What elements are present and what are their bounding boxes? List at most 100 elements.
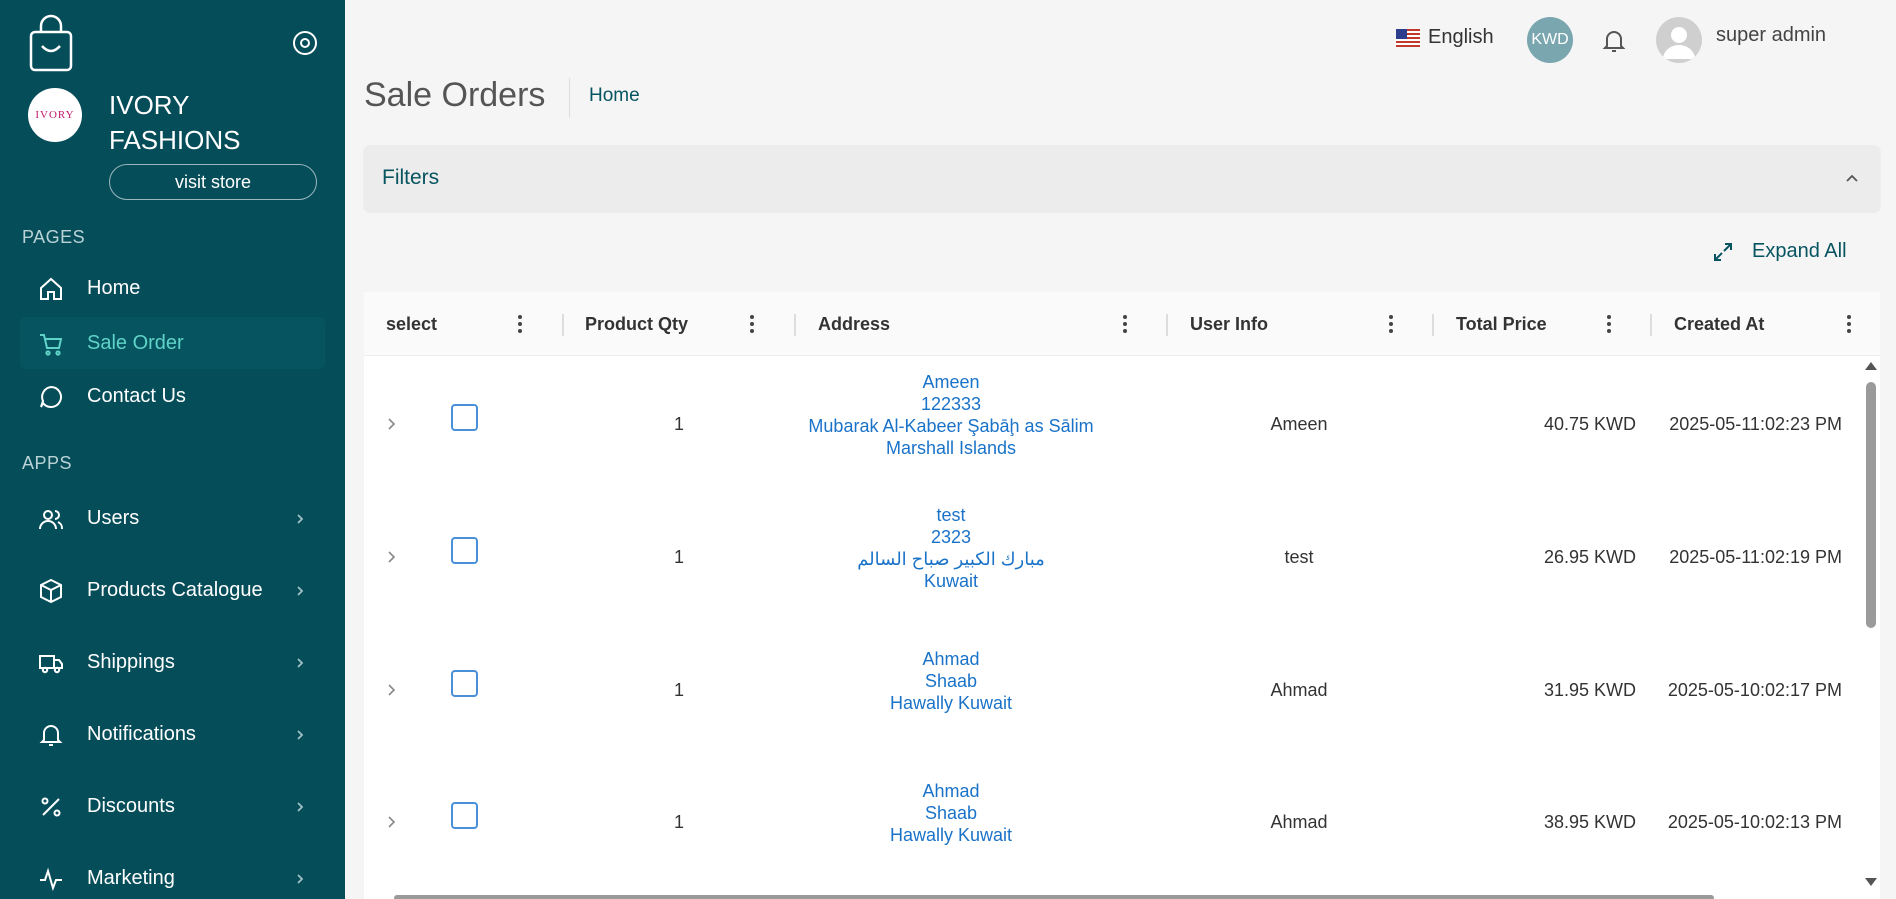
chevron-right-icon — [297, 658, 304, 668]
address-line: Mubarak Al-Kabeer Şabāḩ as Sālim — [808, 416, 1094, 436]
sidebar-item-label: Products Catalogue — [87, 578, 263, 601]
user-info-cell: test — [1284, 547, 1314, 567]
sidebar-item-notifications[interactable]: Notifications — [20, 708, 325, 760]
chevron-right-icon — [297, 586, 304, 596]
row-select-checkbox[interactable] — [451, 802, 478, 829]
users-icon — [39, 510, 63, 530]
column-header-user-info[interactable]: User Info — [1190, 292, 1268, 356]
address-cell[interactable]: Ahmad Shaab Hawally Kuwait — [794, 780, 1108, 846]
expand-row-chevron-icon[interactable] — [386, 550, 398, 564]
box-icon — [40, 578, 62, 604]
address-cell[interactable]: test 2323 مبارك الكبير صباح السالم Kuwai… — [794, 504, 1108, 592]
expand-row-chevron-icon[interactable] — [386, 417, 398, 431]
scroll-up-arrow-icon[interactable] — [1865, 362, 1877, 370]
scroll-down-arrow-icon[interactable] — [1865, 878, 1877, 886]
breadcrumb[interactable]: Home — [589, 85, 640, 107]
column-menu-icon[interactable] — [1606, 314, 1612, 334]
sidebar-item-home[interactable]: Home — [20, 262, 325, 314]
product-qty-cell: 1 — [673, 812, 684, 832]
column-menu-icon[interactable] — [517, 314, 523, 334]
cart-icon — [40, 334, 63, 356]
row-select-checkbox[interactable] — [451, 670, 478, 697]
sidebar-item-marketing[interactable]: Marketing — [20, 852, 325, 899]
product-qty-cell: 1 — [673, 547, 684, 567]
column-header-address[interactable]: Address — [818, 292, 890, 356]
address-line: Ahmad — [922, 649, 980, 669]
sidebar-item-products-catalogue[interactable]: Products Catalogue — [20, 564, 325, 616]
shopping-bag-logo-icon[interactable] — [28, 14, 74, 72]
total-price-cell: 40.75 KWD — [1543, 414, 1636, 434]
address-cell[interactable]: Ameen 122333 Mubarak Al-Kabeer Şabāḩ as … — [794, 371, 1108, 459]
user-info-cell: Ameen — [1270, 414, 1328, 434]
address-line: Hawally Kuwait — [889, 693, 1013, 713]
total-price-cell: 26.95 KWD — [1543, 547, 1636, 567]
column-separator[interactable] — [562, 314, 564, 336]
column-header-created-at[interactable]: Created At — [1674, 292, 1764, 356]
column-header-total-price[interactable]: Total Price — [1456, 292, 1547, 356]
chevron-right-icon — [297, 874, 304, 884]
sidebar-item-label: Home — [87, 276, 141, 299]
column-menu-icon[interactable] — [1388, 314, 1394, 334]
sidebar-item-sale-order[interactable]: Sale Order — [20, 317, 325, 369]
column-menu-icon[interactable] — [1122, 314, 1128, 334]
page-title: Sale Orders — [364, 76, 546, 114]
visit-store-button[interactable]: visit store — [109, 164, 317, 200]
table-row[interactable]: 1 Ameen 122333 Mubarak Al-Kabeer Şabāḩ a… — [364, 356, 1860, 489]
sidebar-item-label: Discounts — [87, 794, 175, 817]
language-selector[interactable]: English — [1396, 26, 1494, 49]
address-line: test — [936, 505, 966, 525]
grid-header: select Product Qty Address User Info Tot… — [364, 292, 1880, 356]
column-header-product-qty[interactable]: Product Qty — [585, 292, 688, 356]
brand-name: IVORY FASHIONS — [109, 90, 241, 155]
created-at-cell: 2025-05-11:02:23 PM — [1669, 414, 1842, 434]
avatar[interactable] — [1656, 17, 1702, 63]
horizontal-scroll-thumb[interactable] — [394, 895, 1714, 899]
expand-all-button[interactable]: Expand All — [1712, 240, 1847, 263]
sidebar-item-label: Contact Us — [87, 384, 186, 407]
sidebar-item-contact-us[interactable]: Contact Us — [20, 370, 325, 422]
table-row[interactable]: 1 Ahmad Shaab Hawally Kuwait Ahmad 31.95… — [364, 622, 1860, 755]
expand-row-chevron-icon[interactable] — [386, 815, 398, 829]
column-separator[interactable] — [794, 314, 796, 336]
user-avatar-icon — [1663, 27, 1695, 59]
chevron-right-icon — [297, 730, 304, 740]
sidebar-item-discounts[interactable]: Discounts — [20, 780, 325, 832]
filters-panel[interactable]: Filters — [364, 145, 1880, 211]
us-flag-icon — [1396, 28, 1420, 47]
sidebar-item-shippings[interactable]: Shippings — [20, 636, 325, 688]
sidebar-item-label: Sale Order — [87, 331, 184, 354]
row-select-checkbox[interactable] — [451, 537, 478, 564]
sidebar-item-label: Marketing — [87, 866, 175, 889]
sidebar-item-users[interactable]: Users — [20, 492, 325, 544]
currency-badge[interactable]: KWD — [1527, 17, 1573, 63]
column-separator[interactable] — [1650, 314, 1652, 336]
chevron-up-icon[interactable] — [1844, 170, 1860, 186]
table-row[interactable]: 1 Ahmad Shaab Hawally Kuwait Ahmad 38.95… — [364, 754, 1860, 887]
sidebar: IVORY IVORY FASHIONS visit store PAGES H… — [0, 0, 345, 899]
home-icon — [40, 277, 62, 300]
chevron-right-icon — [297, 802, 304, 812]
brand-logo: IVORY — [28, 88, 82, 142]
expand-row-chevron-icon[interactable] — [386, 683, 398, 697]
column-header-select[interactable]: select — [386, 292, 437, 356]
address-line: Hawally Kuwait — [889, 825, 1013, 845]
percent-icon — [41, 797, 61, 817]
product-qty-cell: 1 — [673, 680, 684, 700]
notifications-bell-icon[interactable] — [1600, 27, 1628, 55]
table-row[interactable]: 1 test 2323 مبارك الكبير صباح السالم Kuw… — [364, 489, 1860, 622]
expand-all-label: Expand All — [1752, 240, 1847, 262]
column-separator[interactable] — [1166, 314, 1168, 336]
column-separator[interactable] — [1432, 314, 1434, 336]
vertical-scroll-thumb[interactable] — [1866, 382, 1876, 628]
column-menu-icon[interactable] — [1846, 314, 1852, 334]
collapse-sidebar-icon[interactable] — [292, 30, 318, 56]
address-cell[interactable]: Ahmad Shaab Hawally Kuwait — [794, 648, 1108, 714]
address-line: Ameen — [922, 372, 980, 392]
address-line: Kuwait — [923, 571, 979, 591]
language-label: English — [1428, 26, 1494, 48]
address-line: Marshall Islands — [885, 438, 1017, 458]
column-menu-icon[interactable] — [749, 314, 755, 334]
user-name[interactable]: super admin — [1716, 24, 1826, 47]
row-select-checkbox[interactable] — [451, 404, 478, 431]
truck-icon — [39, 655, 63, 674]
